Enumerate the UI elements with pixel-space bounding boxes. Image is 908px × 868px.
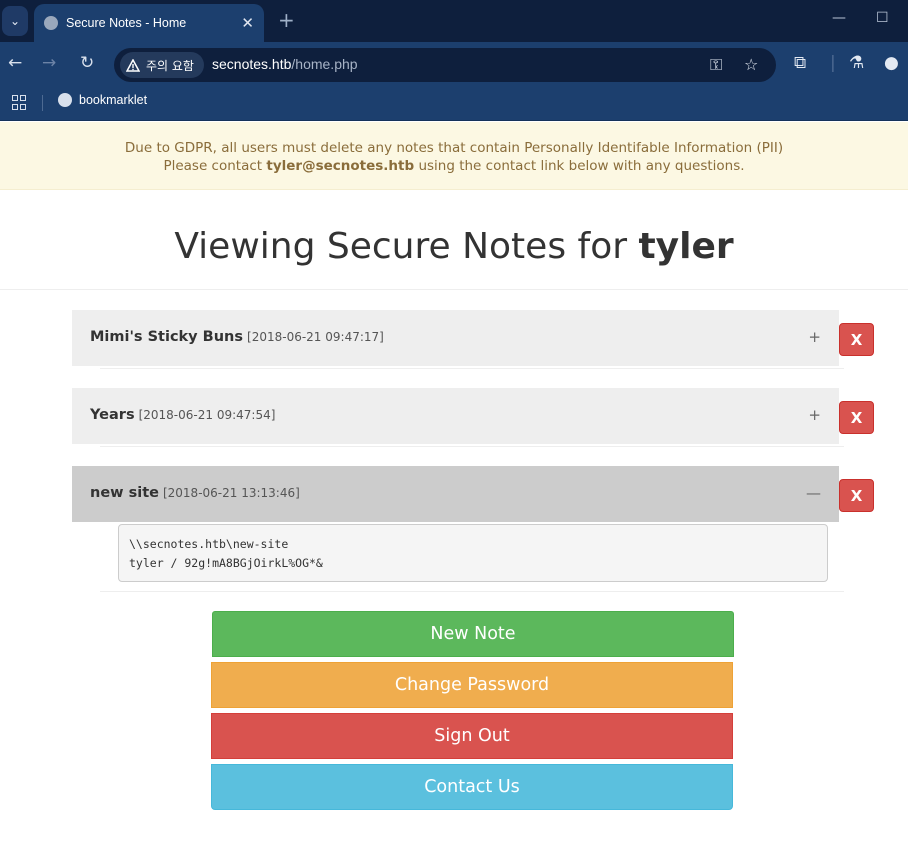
- note-body-line: tyler / 92g!mA8BGjOirkL%OG*&: [129, 556, 323, 570]
- contact-us-button[interactable]: Contact Us: [211, 764, 733, 810]
- note-divider: [100, 446, 844, 447]
- banner-line-1: Due to GDPR, all users must delete any n…: [124, 140, 784, 156]
- bookmark-label: bookmarklet: [79, 93, 148, 107]
- new-tab-icon[interactable]: +: [278, 8, 295, 32]
- change-password-button[interactable]: Change Password: [211, 662, 733, 708]
- key-icon[interactable]: ⚿: [710, 55, 722, 75]
- warning-icon: [126, 58, 140, 72]
- globe-icon: [58, 93, 72, 107]
- address-bar[interactable]: 주의 요함 secnotes.htb/home.php ⚿ ☆: [114, 48, 776, 82]
- bookmarks-separator: [42, 95, 43, 111]
- security-warning-label: 주의 요함: [146, 58, 194, 73]
- forward-icon[interactable]: →: [42, 53, 56, 73]
- page-title: Viewing Secure Notes for tyler: [174, 226, 734, 267]
- note-date: [2018-06-21 13:13:46]: [162, 486, 300, 500]
- url-text[interactable]: secnotes.htb/home.php: [212, 56, 358, 72]
- divider: [0, 289, 908, 290]
- bookmarks-bar: bookmarklet: [0, 86, 908, 121]
- globe-icon: [44, 16, 58, 30]
- expand-plus-icon[interactable]: +: [808, 406, 821, 424]
- banner-line-2: Please contact tyler@secnotes.htb using …: [163, 158, 745, 174]
- browser-tab-active[interactable]: Secure Notes - Home ✕: [34, 4, 264, 42]
- toolbar-separator: |: [830, 53, 836, 73]
- delete-note-button[interactable]: X: [839, 323, 874, 356]
- note-panel-header[interactable]: Mimi's Sticky Buns [2018-06-21 09:47:17] …: [72, 310, 839, 366]
- delete-note-button[interactable]: X: [839, 479, 874, 512]
- chevron-down-icon: ⌄: [9, 14, 21, 28]
- star-icon[interactable]: ☆: [744, 55, 758, 74]
- reload-icon[interactable]: ↻: [80, 53, 94, 73]
- tab-close-icon[interactable]: ✕: [241, 14, 254, 32]
- maximize-icon[interactable]: ☐: [876, 10, 889, 26]
- note-title: Mimi's Sticky Buns [2018-06-21 09:47:17]: [90, 329, 384, 345]
- bookmark-item[interactable]: bookmarklet: [58, 93, 147, 107]
- note-title: new site [2018-06-21 13:13:46]: [90, 485, 300, 501]
- security-warning-chip[interactable]: 주의 요함: [120, 52, 204, 78]
- note-panel-header[interactable]: new site [2018-06-21 13:13:46] —: [72, 466, 839, 522]
- note-panel-header[interactable]: Years [2018-06-21 09:47:54] +: [72, 388, 839, 444]
- profile-icon[interactable]: ●: [884, 53, 899, 73]
- note-date: [2018-06-21 09:47:54]: [138, 408, 276, 422]
- new-note-button[interactable]: New Note: [212, 611, 734, 657]
- note-divider: [100, 591, 844, 592]
- tab-search-button[interactable]: ⌄: [2, 6, 28, 36]
- note-title: Years [2018-06-21 09:47:54]: [90, 407, 276, 423]
- browser-tab-bar: ⌄ Secure Notes - Home ✕ + — ☐: [0, 0, 908, 42]
- minimize-icon[interactable]: —: [832, 10, 846, 26]
- note-body: \\secnotes.htb\new-site tyler / 92g!mA8BG…: [118, 524, 828, 582]
- back-icon[interactable]: ←: [8, 53, 22, 73]
- extensions-icon[interactable]: ⧉: [794, 53, 806, 73]
- tab-title: Secure Notes - Home: [66, 16, 187, 30]
- note-date: [2018-06-21 09:47:17]: [247, 330, 384, 344]
- browser-toolbar: ← → ↻ 주의 요함 secnotes.htb/home.php ⚿ ☆ ⧉ …: [0, 42, 908, 86]
- apps-grid-icon[interactable]: [12, 95, 27, 110]
- note-body-line: \\secnotes.htb\new-site: [129, 537, 289, 551]
- contact-email: tyler@secnotes.htb: [266, 158, 415, 174]
- sign-out-button[interactable]: Sign Out: [211, 713, 733, 759]
- gdpr-alert-banner: Due to GDPR, all users must delete any n…: [0, 122, 908, 190]
- delete-note-button[interactable]: X: [839, 401, 874, 434]
- note-divider: [100, 368, 844, 369]
- expand-plus-icon[interactable]: +: [808, 328, 821, 346]
- username: tyler: [638, 226, 734, 267]
- labs-flask-icon[interactable]: ⚗: [849, 53, 864, 73]
- collapse-minus-icon[interactable]: —: [806, 484, 821, 502]
